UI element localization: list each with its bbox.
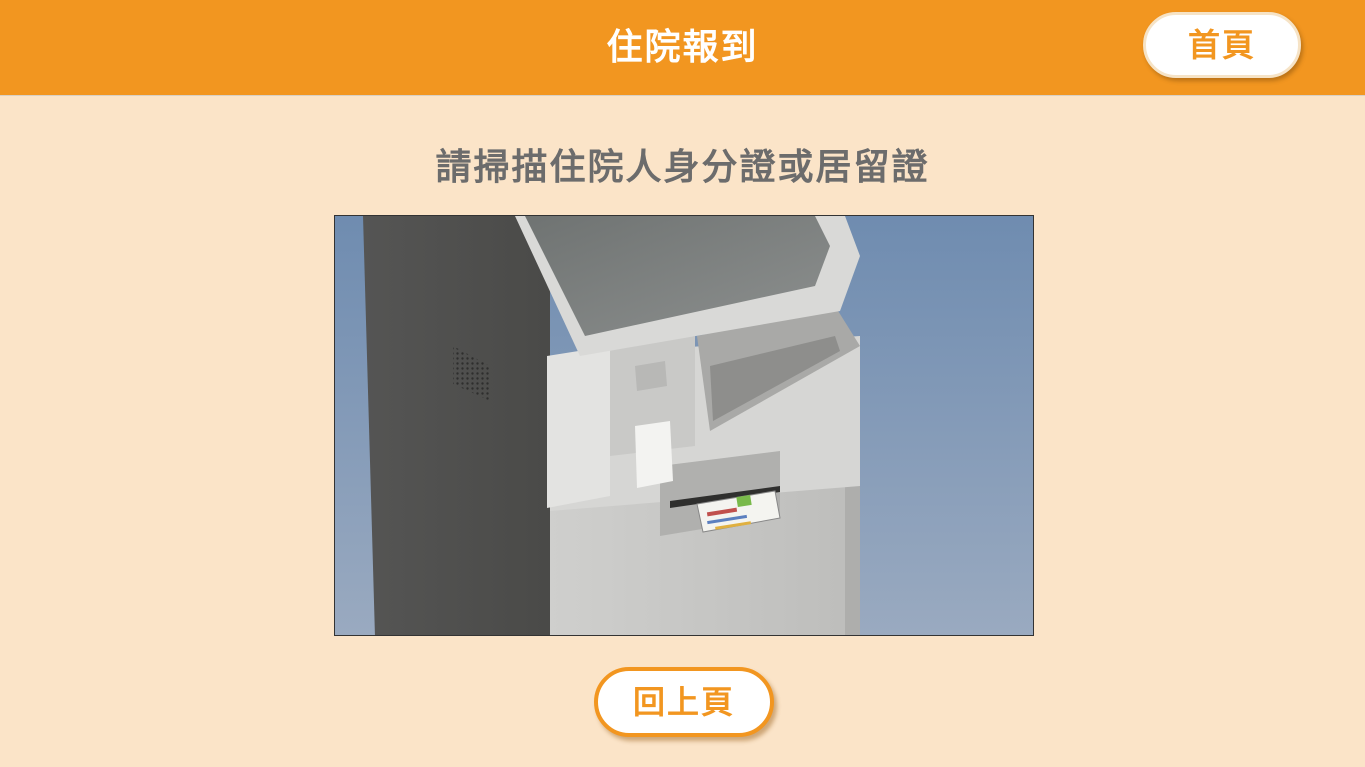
- kiosk-id-scanner-illustration: [334, 215, 1034, 636]
- kiosk-illustration-svg: [335, 216, 1033, 635]
- scan-instruction: 請掃描住院人身分證或居留證: [435, 147, 930, 188]
- home-button[interactable]: 首頁: [1143, 12, 1301, 78]
- back-button[interactable]: 回上頁: [594, 667, 774, 737]
- header-bar: 住院報到 首頁: [0, 0, 1365, 96]
